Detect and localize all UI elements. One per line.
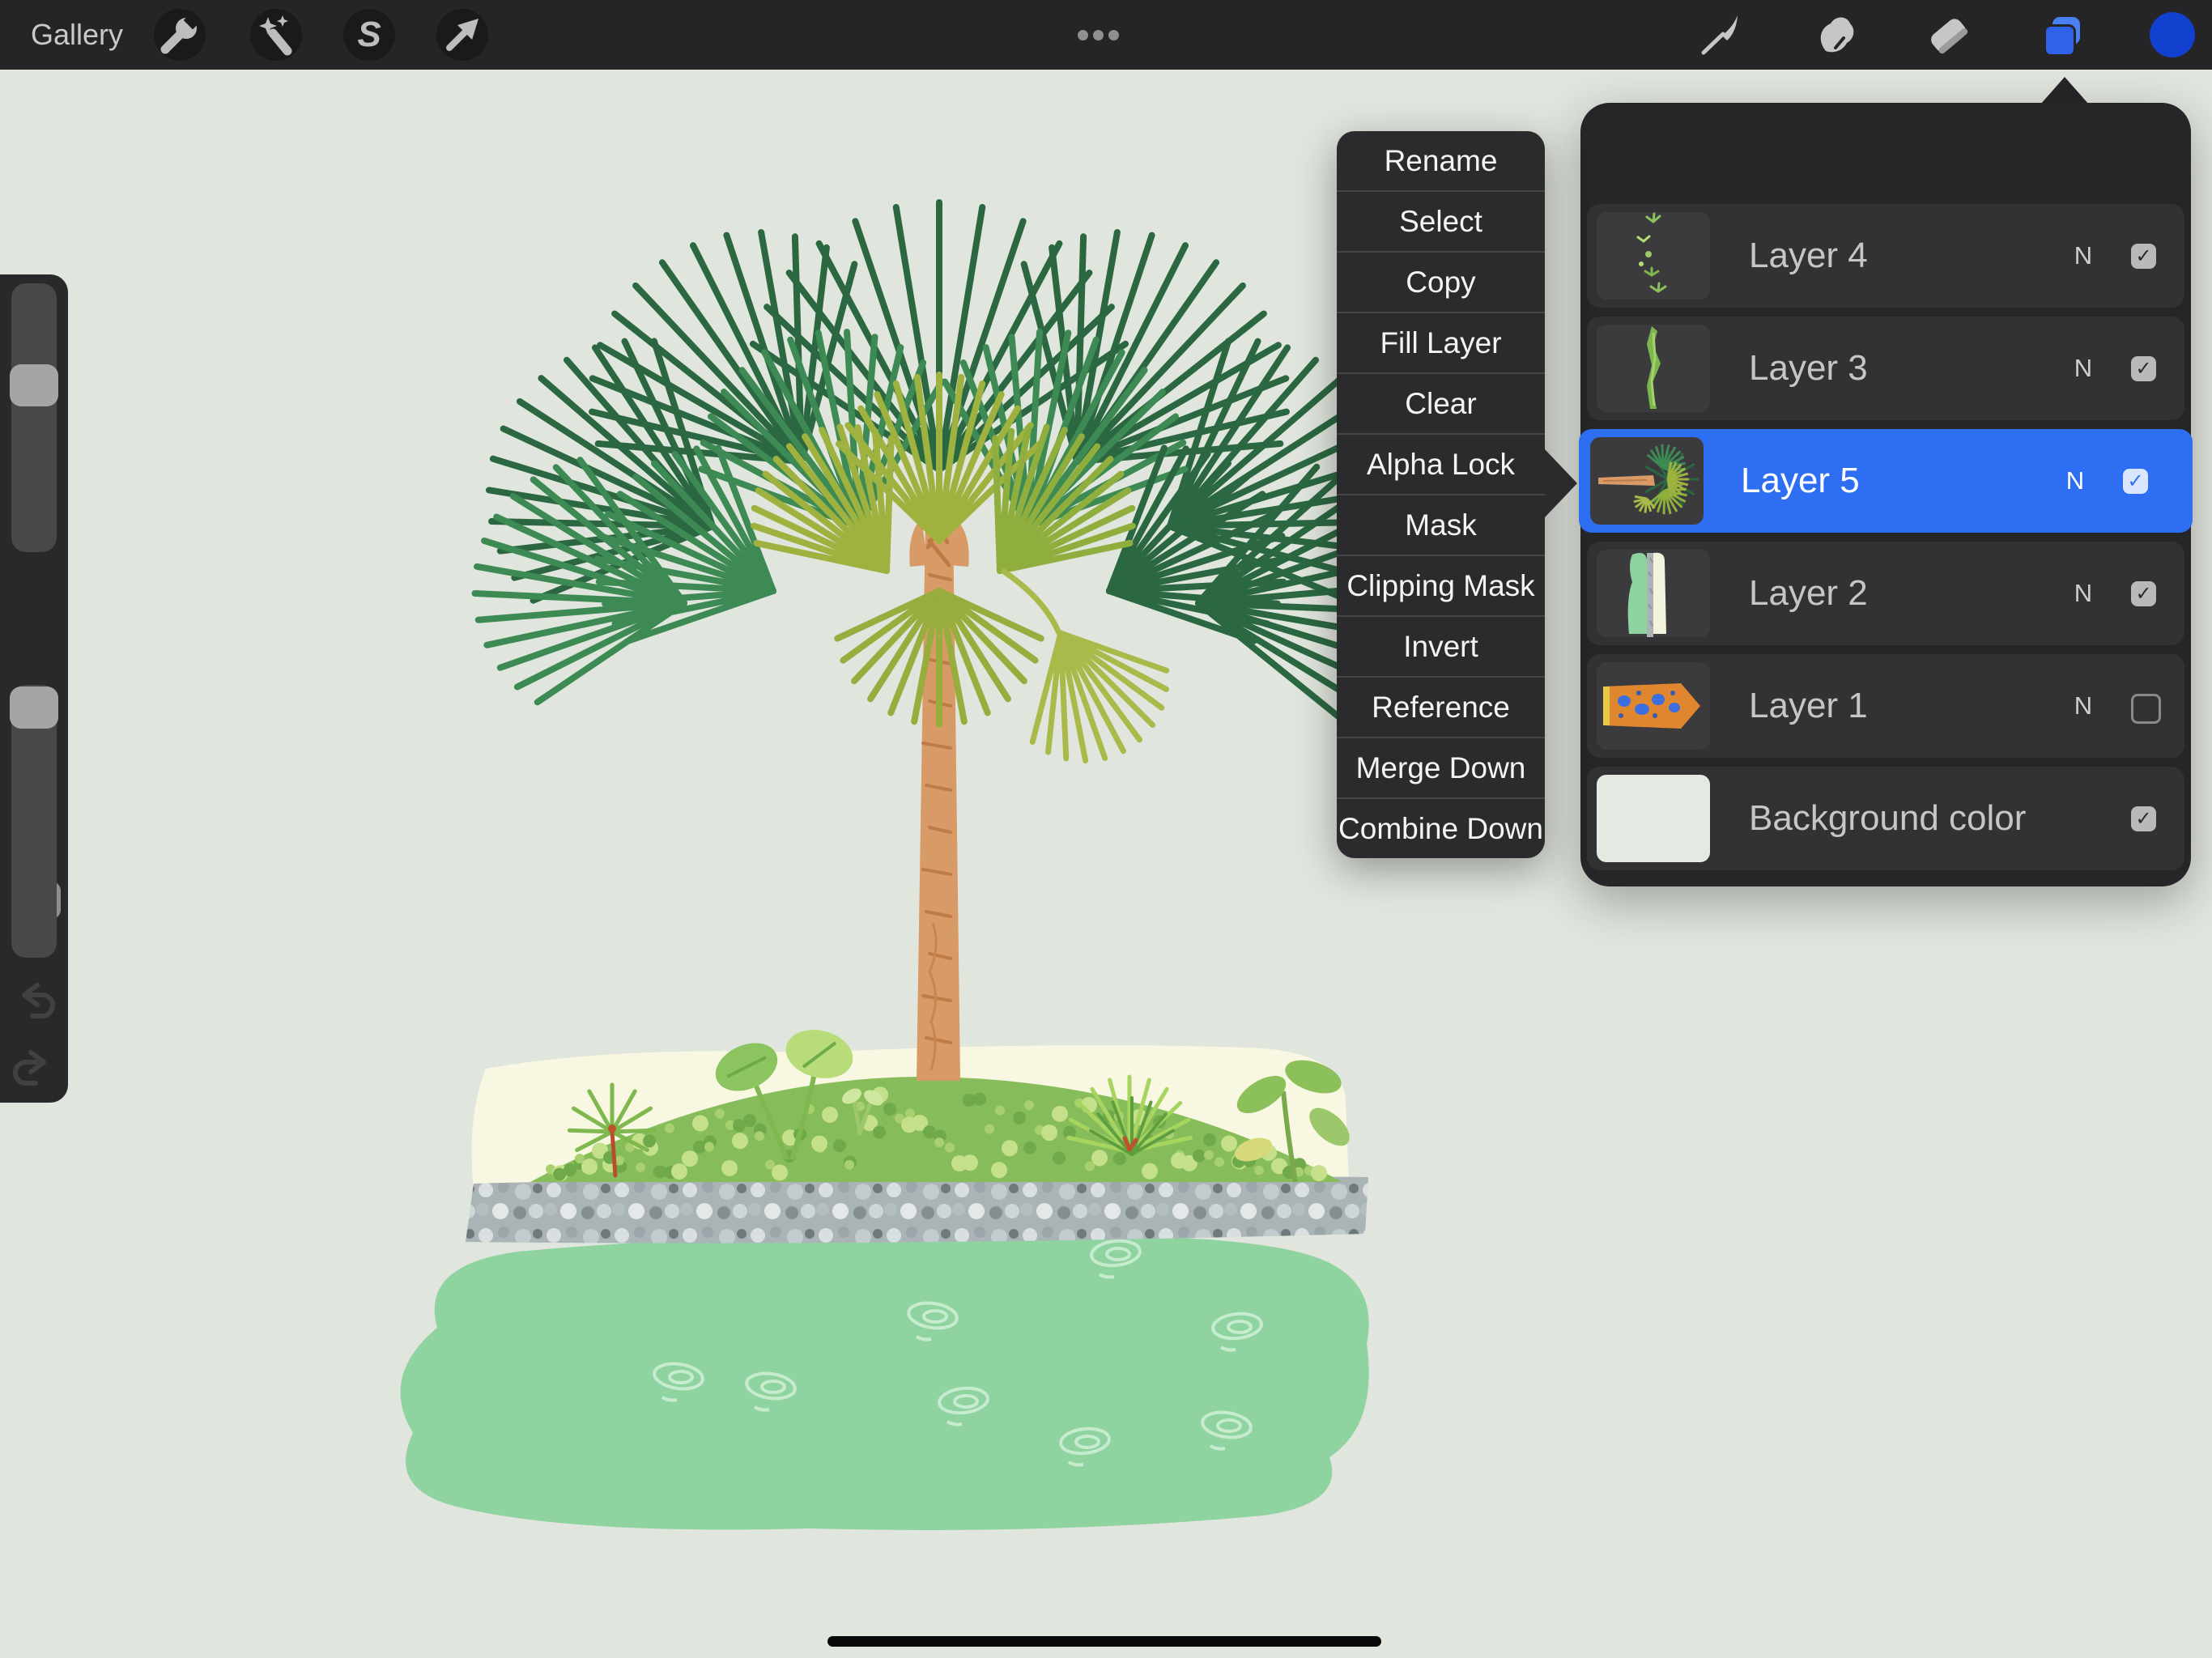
background-label[interactable]: Background color — [1749, 767, 2026, 870]
layer-row-layer5[interactable]: Layer 5 N ✓ — [1579, 429, 2193, 533]
layer-visibility-checkbox[interactable]: ✓ — [2131, 581, 2156, 606]
top-toolbar: Gallery S — [0, 0, 2212, 70]
layer-visibility-checkbox[interactable]: ✓ — [2131, 244, 2156, 269]
menu-item-clear[interactable]: Clear — [1337, 374, 1545, 435]
blend-mode-badge[interactable]: N — [2063, 204, 2104, 308]
menu-item-fill-layer[interactable]: Fill Layer — [1337, 313, 1545, 374]
transform-arrow-icon — [436, 9, 488, 61]
layer-context-menu: Rename Select Copy Fill Layer Clear Alph… — [1337, 131, 1545, 858]
actions-button[interactable] — [154, 9, 206, 61]
brush-size-handle[interactable] — [10, 364, 58, 406]
layer-name[interactable]: Layer 4 — [1749, 204, 1868, 308]
layer-visibility-checkbox[interactable]: ✓ — [2131, 694, 2161, 724]
layer-name[interactable]: Layer 3 — [1749, 317, 1868, 420]
pebble-wall — [466, 1175, 1368, 1243]
adjustments-button[interactable] — [250, 9, 302, 61]
layer-row-layer2[interactable]: Layer 2 N ✓ — [1587, 542, 2184, 645]
menu-item-reference[interactable]: Reference — [1337, 678, 1545, 738]
layer-row-layer1[interactable]: Layer 1 N ✓ — [1587, 654, 2184, 758]
home-indicator[interactable] — [827, 1636, 1381, 1647]
menu-item-alpha-lock[interactable]: Alpha Lock — [1337, 435, 1545, 495]
layers-panel: Layers + Layer 4 N ✓ — [1580, 103, 2191, 886]
layer-row-layer4[interactable]: Layer 4 N ✓ — [1587, 204, 2184, 308]
redo-button[interactable] — [8, 1041, 60, 1093]
layer-visibility-checkbox[interactable]: ✓ — [2131, 806, 2156, 831]
gallery-button[interactable]: Gallery — [31, 0, 123, 70]
menu-item-copy[interactable]: Copy — [1337, 253, 1545, 313]
menu-callout-arrow — [1545, 449, 1577, 517]
paintbrush-icon — [1697, 12, 1742, 57]
brush-tool-button[interactable] — [1697, 12, 1742, 57]
layer-row-layer3[interactable]: Layer 3 N ✓ — [1587, 317, 2184, 420]
layer2-thumbnail[interactable] — [1597, 550, 1710, 637]
menu-item-invert[interactable]: Invert — [1337, 617, 1545, 678]
layer-visibility-checkbox[interactable]: ✓ — [2123, 469, 2148, 494]
brush-opacity-handle[interactable] — [10, 687, 58, 729]
blend-mode-badge[interactable]: N — [2063, 654, 2104, 758]
layer4-thumbnail[interactable] — [1597, 212, 1710, 300]
layers-panel-button[interactable] — [2038, 12, 2083, 57]
menu-item-mask[interactable]: Mask — [1337, 495, 1545, 556]
magic-wand-icon — [250, 9, 302, 61]
layer-name[interactable]: Layer 1 — [1749, 654, 1868, 758]
menu-item-combine-down[interactable]: Combine Down — [1337, 799, 1545, 858]
canvas-options-button[interactable] — [1078, 0, 1119, 70]
procreate-app: Gallery S — [0, 0, 2212, 1658]
undo-button[interactable] — [8, 974, 60, 1026]
background-thumbnail[interactable] — [1597, 775, 1710, 862]
layer-visibility-checkbox[interactable]: ✓ — [2131, 356, 2156, 381]
layer-name[interactable]: Layer 2 — [1749, 542, 1868, 645]
svg-text:S: S — [357, 15, 381, 54]
background-color-row[interactable]: Background color ✓ — [1587, 767, 2184, 870]
brush-sidebar — [0, 274, 68, 1103]
wrench-icon — [154, 9, 206, 61]
smudge-finger-icon — [1811, 12, 1857, 57]
brush-size-slider[interactable] — [11, 283, 57, 552]
color-button[interactable] — [2150, 12, 2195, 57]
active-color-swatch — [2150, 12, 2195, 57]
layer3-thumbnail[interactable] — [1597, 325, 1710, 412]
blend-mode-badge[interactable]: N — [2055, 429, 2095, 533]
menu-item-merge-down[interactable]: Merge Down — [1337, 738, 1545, 799]
layer5-thumbnail[interactable] — [1590, 437, 1704, 525]
transform-button[interactable] — [436, 9, 488, 61]
smudge-tool-button[interactable] — [1811, 12, 1857, 57]
undo-icon — [8, 974, 60, 1026]
selection-button[interactable]: S — [343, 9, 395, 61]
selection-s-icon: S — [343, 9, 395, 61]
blend-mode-badge[interactable]: N — [2063, 542, 2104, 645]
water-shape — [401, 1235, 1369, 1530]
menu-item-rename[interactable]: Rename — [1337, 131, 1545, 192]
eraser-icon — [1925, 12, 1971, 57]
panel-callout-arrow — [2040, 77, 2089, 104]
eraser-tool-button[interactable] — [1925, 12, 1971, 57]
menu-item-clipping-mask[interactable]: Clipping Mask — [1337, 556, 1545, 617]
menu-item-select[interactable]: Select — [1337, 192, 1545, 253]
layer1-thumbnail[interactable] — [1597, 662, 1710, 750]
layer-name[interactable]: Layer 5 — [1741, 429, 1860, 533]
blend-mode-badge[interactable]: N — [2063, 317, 2104, 420]
redo-icon — [8, 1041, 60, 1093]
